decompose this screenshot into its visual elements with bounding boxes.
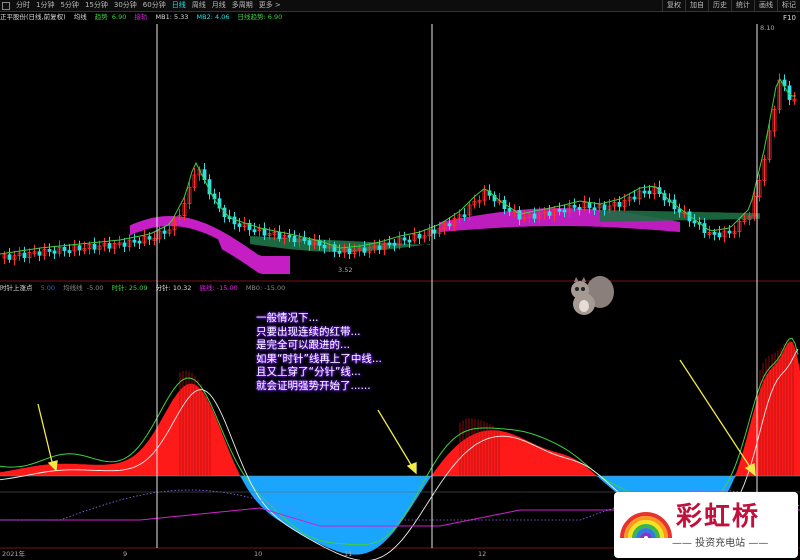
candle-body [277,231,282,239]
price-low-label: 3.52 [338,266,352,274]
chart-canvas[interactable]: 8.10 3.52 F10 2021年 9 10 11 12 [0,0,800,560]
annotation-line-4: 如果“时针”线再上了中线... [256,352,382,365]
candle-body [292,235,297,243]
squirrel-icon [571,276,614,315]
candle-body [347,248,352,255]
rainbow-bridge-logo: 彩虹桥 —— 投资充电站 —— [614,492,798,558]
candle-body [387,242,392,246]
time-label-2021: 2021年 [2,549,26,558]
candle-body [392,242,397,246]
time-label-9: 9 [123,550,127,558]
time-label-12: 12 [478,550,486,558]
candle-body [47,249,52,252]
candle-body [122,242,127,247]
candle-body [547,211,552,216]
annotation-text: 一般情况下... 只要出现连续的红带... 是完全可以跟进的... 如果“时针”… [256,312,456,393]
time-label-11: 11 [344,550,352,558]
candle-body [517,210,522,220]
arrow-2-head [406,462,417,475]
candle-body [7,254,12,260]
candle-body [642,190,647,194]
candle-body [252,229,257,233]
annotation-line-2: 只要出现连续的红带... [256,325,361,338]
candle-body [237,223,242,227]
candle-body [692,220,697,224]
candle-body [67,250,72,253]
candle-body [592,207,597,211]
candle-body [407,239,412,243]
candle-body [147,236,152,240]
candle-body [447,223,452,227]
candle-body [572,204,577,208]
annotation-line-3: 是完全可以跟进的... [256,339,351,351]
candle-body [337,250,342,254]
candle-body [62,246,67,251]
candle-body [602,204,607,211]
candle-body [507,208,512,212]
candle-body [577,206,582,210]
candle-body [287,234,292,238]
candle-body [717,232,722,238]
candle-body [132,239,137,243]
candle-body [557,208,562,212]
candle-body [107,243,112,249]
annotation-line-1: 一般情况下... [256,312,319,324]
candle-body [77,245,82,251]
logo-brand-text: 彩虹桥 [676,502,761,532]
candle-body [587,202,592,209]
candle-body [362,247,367,253]
annotation-line-6: 就会证明强势开始了...... [256,379,371,392]
arrow-2 [377,409,414,469]
candle-body [532,213,537,219]
candle-body [322,244,327,249]
candle-body [22,252,27,258]
candle-body [52,250,57,254]
f10-label[interactable]: F10 [783,14,796,22]
candle-body [162,230,167,234]
price-high-label: 8.10 [760,24,774,32]
candle-body [402,237,407,241]
arrow-3 [679,359,753,471]
rainbow-icon [620,512,672,539]
candle-body [37,251,42,256]
candle-body [417,234,422,239]
candle-body [462,214,467,218]
candle-body [647,190,652,195]
candle-body [562,209,567,213]
candle-body [432,229,437,234]
annotation-line-5: 且又上穿了“分针”线... [256,366,361,378]
candle-body [632,196,637,200]
arrow-1 [37,403,54,467]
candle-body [307,240,312,246]
candle-body [727,230,732,234]
candle-body [137,240,142,244]
candle-body [92,244,97,250]
candle-body [712,232,717,235]
time-label-10: 10 [254,550,262,558]
candle-body [377,245,382,250]
candle-body [617,201,622,207]
logo-subtitle: —— 投资充电站 —— [672,538,769,549]
